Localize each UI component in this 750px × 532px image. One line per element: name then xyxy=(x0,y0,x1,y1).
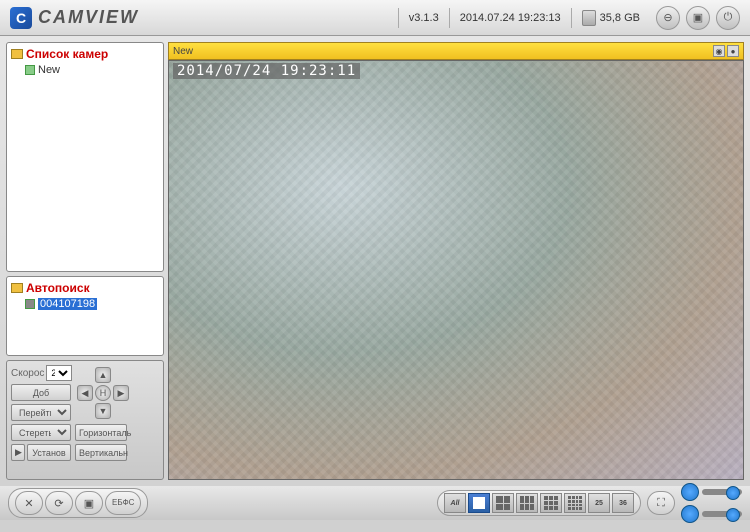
ptz-left-button[interactable]: ◀ xyxy=(77,385,93,401)
camera-list-panel: Список камер New xyxy=(6,42,164,272)
folder-icon xyxy=(11,283,23,293)
fullscreen-button[interactable]: ⛶ xyxy=(647,491,675,515)
minimize-button[interactable]: ⊖ xyxy=(656,6,680,30)
autosearch-panel: Автопоиск 004107198 xyxy=(6,276,164,356)
ptz-down-button[interactable]: ▼ xyxy=(95,403,111,419)
ptz-home-button[interactable]: H xyxy=(95,385,111,401)
speed-label: Скорос xyxy=(11,368,44,379)
camera-tree-item[interactable]: New xyxy=(25,64,159,76)
horizontal-button[interactable]: Горизонталь xyxy=(75,424,127,441)
layout-all-button[interactable]: All xyxy=(444,493,466,513)
viewer-tab-label: New xyxy=(173,46,193,57)
viewer-header: New ◉ ● xyxy=(168,42,744,60)
camera-tool-button[interactable]: ▣ xyxy=(75,491,103,515)
ptz-dpad: ▲ ▼ ◀ ▶ H xyxy=(77,367,129,419)
device-icon xyxy=(25,299,35,309)
video-timestamp-overlay: 2014/07/24 19:23:11 xyxy=(173,63,360,79)
camera-icon xyxy=(25,65,35,75)
layout-6-button[interactable] xyxy=(516,493,538,513)
layout-group: All 25 36 xyxy=(437,490,641,516)
datetime-label: 2014.07.24 19:23:13 xyxy=(449,8,571,28)
app-logo: C xyxy=(10,7,32,29)
settings-button[interactable]: ✕ xyxy=(15,491,43,515)
close-button[interactable]: ⏻ xyxy=(716,6,740,30)
play-button[interactable]: ▶ xyxy=(11,444,25,461)
disk-icon xyxy=(582,10,596,26)
mic-slider[interactable] xyxy=(702,489,742,495)
layout-36-button[interactable]: 36 xyxy=(612,493,634,513)
ptz-control-panel: Скорос2 Доб Перейти к пред Стереть преду… xyxy=(6,360,164,480)
maximize-button[interactable]: ▣ xyxy=(686,6,710,30)
autosearch-item[interactable]: 004107198 xyxy=(25,298,159,310)
version-label: v3.1.3 xyxy=(398,8,449,28)
text-tool-button[interactable]: ЕБФС xyxy=(105,491,141,515)
goto-preset-select[interactable]: Перейти к пред xyxy=(11,404,71,421)
app-name: CAMVIEW xyxy=(38,7,139,28)
ptz-up-button[interactable]: ▲ xyxy=(95,367,111,383)
speaker-slider[interactable] xyxy=(702,511,742,517)
layout-25-button[interactable]: 25 xyxy=(588,493,610,513)
layout-9-button[interactable] xyxy=(540,493,562,513)
autosearch-title: Автопоиск xyxy=(11,281,159,295)
disk-info: 35,8 GB xyxy=(571,8,650,28)
ptz-right-button[interactable]: ▶ xyxy=(113,385,129,401)
speed-select[interactable]: 2 xyxy=(46,365,72,381)
vertical-button[interactable]: Вертикальн xyxy=(75,444,127,461)
install-button[interactable]: Установ xyxy=(27,444,71,461)
layout-1-button[interactable] xyxy=(468,493,490,513)
layout-16-button[interactable] xyxy=(564,493,586,513)
folder-icon xyxy=(11,49,23,59)
record-button[interactable]: ● xyxy=(727,45,739,57)
speaker-button[interactable] xyxy=(681,505,699,523)
refresh-button[interactable]: ⟳ xyxy=(45,491,73,515)
mic-button[interactable] xyxy=(681,483,699,501)
layout-4-button[interactable] xyxy=(492,493,514,513)
camera-list-title: Список камер xyxy=(11,47,159,61)
video-viewport[interactable]: 2014/07/24 19:23:11 xyxy=(168,60,744,480)
erase-preset-select[interactable]: Стереть предус xyxy=(11,424,71,441)
add-button[interactable]: Доб xyxy=(11,384,71,401)
snapshot-button[interactable]: ◉ xyxy=(713,45,725,57)
